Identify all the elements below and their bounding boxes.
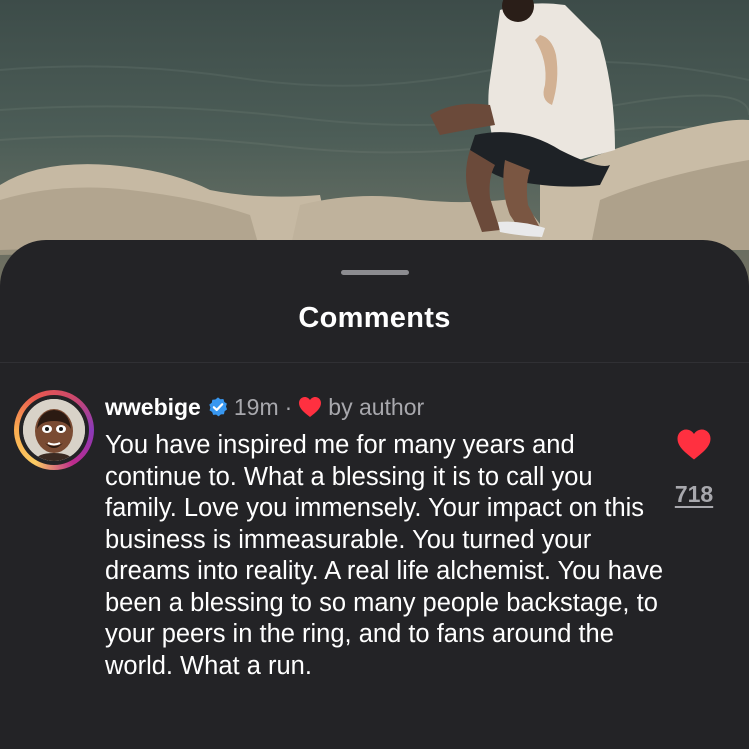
sheet-title: Comments: [298, 302, 451, 334]
comment-time: 19m: [233, 393, 279, 420]
like-count[interactable]: 718: [660, 481, 728, 508]
meta-separator: ·: [284, 393, 293, 420]
screen: Comments wwebige 19m · by author You hav…: [0, 0, 749, 749]
liked-by-author-label: by author: [328, 393, 425, 420]
comment-text: You have inspired me for many years and …: [105, 431, 663, 680]
comment-meta: wwebige 19m · by author: [105, 391, 424, 423]
like-button-heart-icon[interactable]: [676, 428, 712, 461]
avatar-image: [23, 399, 85, 461]
author-like-heart-icon: [299, 397, 322, 417]
sheet-drag-handle[interactable]: [341, 270, 409, 275]
avatar-story-ring[interactable]: [14, 390, 94, 470]
avatar[interactable]: [23, 399, 85, 461]
header-divider: [0, 362, 749, 363]
verified-badge-icon: [209, 397, 227, 417]
comment-username[interactable]: wwebige: [105, 394, 201, 421]
